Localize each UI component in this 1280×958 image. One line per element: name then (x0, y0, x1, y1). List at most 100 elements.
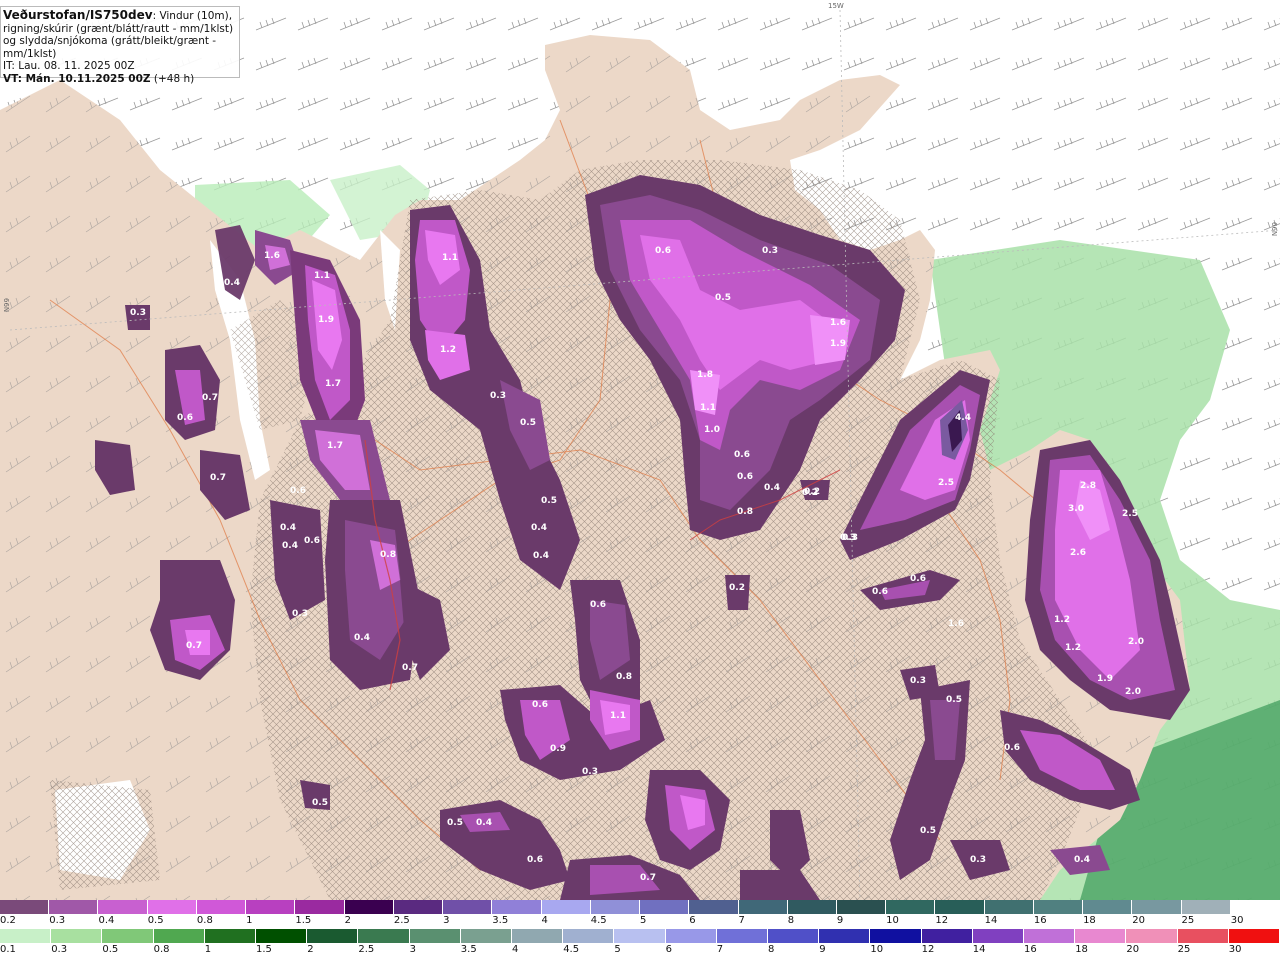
legend-label: 3 (443, 915, 450, 926)
precip-value-label: 1.1 (442, 253, 458, 263)
legend-swatch (344, 900, 394, 914)
legend-swatch (738, 900, 788, 914)
legend-swatch (256, 929, 308, 943)
precip-value-label: 2.0 (1128, 637, 1144, 647)
precip-value-label: 0.3 (292, 609, 308, 619)
legend-label: 2.5 (393, 915, 410, 926)
precip-value-label: 0.5 (920, 826, 936, 836)
legend-swatch (1181, 900, 1231, 914)
legend-label: 6 (689, 915, 696, 926)
header-brand: Veðurstofan/IS750dev (3, 8, 153, 22)
legend-label: 0.8 (196, 915, 213, 926)
legend-label: 16 (1024, 944, 1037, 955)
legend-label: 30 (1228, 944, 1242, 955)
legend-label: 0.3 (49, 915, 66, 926)
precip-value-label: 1.9 (1097, 674, 1113, 684)
coord-top-lon: 15W (828, 2, 844, 10)
legend-swatch (614, 929, 666, 943)
precip-value-label: 0.3 (970, 855, 986, 865)
legend-label: 16 (1033, 915, 1047, 926)
legend-label: 12 (921, 944, 935, 955)
precip-value-label: 0.4 (531, 523, 547, 533)
legend-label: 12 (935, 915, 949, 926)
legend-swatch (870, 929, 922, 943)
precip-value-label: 0.4 (354, 633, 370, 643)
legend-swatch (1024, 929, 1076, 943)
forecast-map: 1.6 1.1 0.4 0.3 1.9 1.7 0.4 0.6 1.7 0.7 1.1 1.2 0.3 0… (0, 0, 1280, 958)
precip-value-label: 3.0 (1068, 504, 1084, 514)
legend-snow-labels: 0.2 0.3 0.4 0.5 0.8 1 1.5 2 2.5 3 3.5 4 4.5 5 6 7 8 9 10 12… (0, 914, 1280, 928)
legend-swatch (0, 900, 50, 914)
legend-swatch (49, 900, 99, 914)
legend-swatch (768, 929, 820, 943)
legend-label: 4.5 (590, 915, 607, 926)
legend-label: 1.5 (295, 915, 312, 926)
precip-value-label: 0.6 (910, 574, 926, 584)
legend-label: 9 (819, 944, 826, 955)
precip-value-label: 0.5 (946, 695, 962, 705)
legend-label: 1.5 (256, 944, 272, 955)
legend-label: 6 (665, 944, 672, 955)
legend-swatch (358, 929, 410, 943)
legend-swatch (665, 929, 717, 943)
precip-value-label: 0.6 (737, 472, 753, 482)
legend-swatch (716, 929, 769, 943)
legend-swatch (307, 929, 359, 943)
legend-swatch (1228, 929, 1280, 943)
legend-label: 0.5 (102, 944, 119, 955)
legend-label: 18 (1083, 915, 1096, 926)
precip-value-label: 0.6 (655, 246, 671, 256)
precip-value-label: 1.6 (830, 318, 846, 328)
legend-swatch (819, 929, 871, 943)
precip-value-label: 1.7 (327, 441, 343, 451)
legend-label: 20 (1132, 915, 1146, 926)
precip-value-label: 1.1 (314, 271, 330, 281)
precip-value-label: 0.5 (312, 798, 328, 808)
legend-label: 14 (972, 944, 986, 955)
legend-label: 8 (787, 915, 795, 926)
legend-swatch (295, 900, 345, 914)
legend-swatch (640, 900, 690, 914)
legend-swatch (443, 900, 493, 914)
legend-label: 4.5 (563, 944, 580, 955)
precip-value-label: 1.7 (325, 379, 341, 389)
legend-swatch (1132, 900, 1182, 914)
header-it-line: IT: Lau. 08. 11. 2025 00Z (3, 60, 135, 72)
precip-value-label: 0.8 (616, 672, 632, 682)
legend-swatch (153, 929, 205, 943)
legend-swatch (1033, 900, 1084, 914)
precip-value-label: 0.6 (734, 450, 750, 460)
precip-value-label: 0.6 (1004, 743, 1020, 753)
legend-label: 7 (738, 915, 745, 926)
legend-swatch (98, 900, 148, 914)
precip-value-label: 1.6 (948, 619, 964, 629)
precip-value-label: 0.3 (130, 308, 146, 318)
precip-value-label: 0.3 (840, 533, 856, 543)
precip-value-label: 0.4 (280, 523, 296, 533)
legend-swatch (563, 929, 615, 943)
legend-swatch (204, 929, 257, 943)
legend-label: 25 (1181, 915, 1195, 926)
precip-value-label: 1.9 (830, 339, 846, 349)
legend-swatch (393, 900, 444, 914)
legend-swatch (1230, 900, 1280, 914)
precip-value-label: 1.2 (1054, 615, 1070, 625)
legend-label: 25 (1177, 944, 1191, 955)
precip-value-label: 0.4 (533, 551, 549, 561)
precip-value-label: 0.9 (550, 744, 566, 754)
legend-swatch (886, 900, 936, 914)
legend-label: 0.5 (147, 915, 164, 926)
legend-snow: 0.2 0.3 0.4 0.5 0.8 1 1.5 2 2.5 3 3.5 4 4.5 5 6 7 8 9 10 12… (0, 900, 1280, 928)
legend-label: 1 (204, 944, 212, 955)
precip-value-label: 0.7 (402, 663, 418, 673)
precip-value-label: 0.5 (715, 293, 731, 303)
legend-swatch (51, 929, 103, 943)
legend-label: 10 (886, 915, 899, 926)
precip-value-label: 0.5 (447, 818, 463, 828)
precip-value-label: 4.4 (955, 413, 971, 423)
legend-label: 10 (870, 944, 884, 955)
precip-value-label: 2.0 (1125, 687, 1141, 697)
precip-value-label: 1.6 (264, 251, 280, 261)
legend-label: 3.5 (460, 944, 477, 955)
precip-value-label: 0.7 (640, 873, 656, 883)
